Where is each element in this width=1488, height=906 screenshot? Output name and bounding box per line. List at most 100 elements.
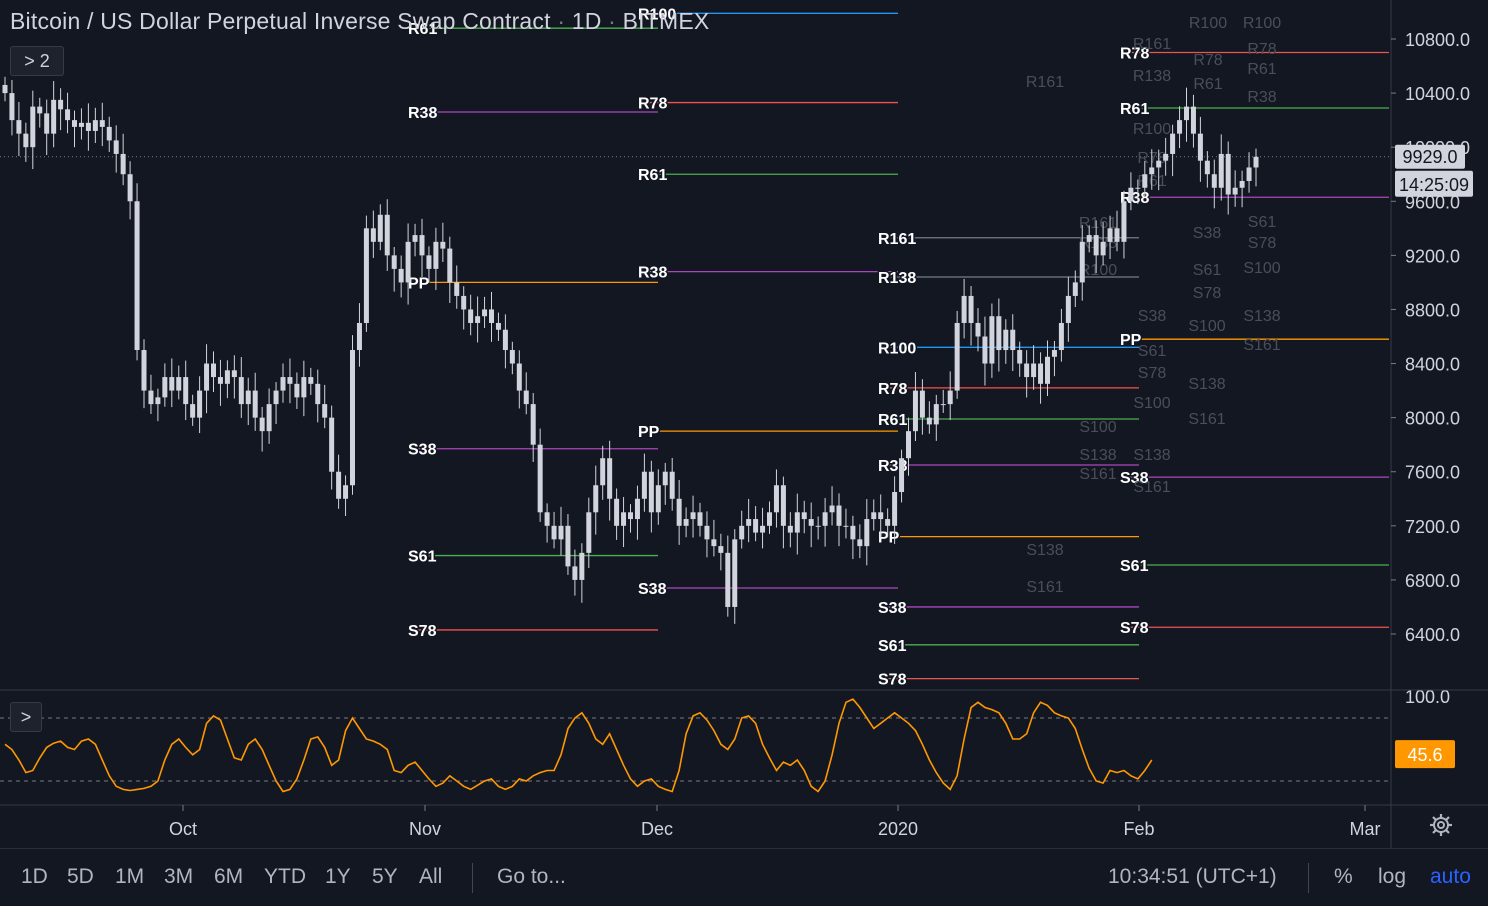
candle-body [801, 512, 807, 520]
candle-body [1190, 106, 1196, 134]
candle-body [989, 316, 995, 364]
goto-date-button[interactable]: Go to... [497, 865, 566, 889]
candle-body [211, 363, 216, 378]
timeframe-1m[interactable]: 1M [115, 865, 144, 889]
pivot-ghost-label: S161 [1079, 466, 1116, 483]
pivot-label-s61: S61 [878, 638, 907, 655]
candle-body [926, 417, 932, 425]
candle-body [495, 322, 501, 330]
candle-body [947, 390, 953, 405]
pivot-label-r78: R78 [638, 96, 667, 113]
auto-scale-toggle[interactable]: auto [1430, 865, 1471, 889]
candle-body [767, 512, 772, 526]
pivot-ghost-label: S161 [1026, 579, 1063, 596]
candle-body [106, 126, 112, 141]
pivot-ghost-label: R38 [1247, 89, 1276, 106]
candle-body [746, 519, 752, 526]
candle-body [885, 519, 891, 526]
candle-body [113, 140, 119, 154]
candle-body [23, 133, 29, 148]
pivot-label-pp: PP [408, 275, 430, 292]
candle-body [1156, 160, 1162, 168]
candle-body [975, 322, 981, 337]
timeframe-all[interactable]: All [419, 865, 442, 889]
candle-body [58, 99, 64, 110]
candle-body [350, 350, 355, 486]
candle-body [266, 404, 272, 432]
candle-body [780, 485, 786, 526]
price-tick-label: 6800.0 [1405, 571, 1460, 591]
candle-body [1163, 153, 1169, 161]
candle-body [280, 377, 286, 391]
oscillator-line [4, 698, 1153, 793]
pivot-ghost-label: S100 [1133, 395, 1170, 412]
pivot-label-s78: S78 [878, 672, 907, 689]
candle-body [1079, 241, 1085, 283]
interval-label: 1D [571, 8, 602, 34]
timeframe-3m[interactable]: 3M [164, 865, 193, 889]
candle-body [391, 255, 397, 269]
time-tick-label: Nov [409, 819, 441, 839]
candle-body [148, 390, 154, 405]
candle-body [16, 120, 22, 134]
pivot-label-s61: S61 [1120, 558, 1149, 575]
pivot-label-pp: PP [638, 424, 660, 441]
pivot-ghost-label: R138 [1133, 68, 1171, 85]
candle-body [72, 120, 77, 127]
candle-body [544, 512, 550, 526]
pivot-label-r100: R100 [878, 340, 916, 357]
candle-body [412, 235, 418, 242]
candle-body [711, 539, 717, 547]
log-scale-toggle[interactable]: log [1378, 865, 1406, 889]
candle-body [224, 370, 230, 384]
timeframe-1d[interactable]: 1D [21, 865, 48, 889]
candle-body [586, 512, 592, 553]
candle-body [294, 383, 300, 398]
candle-body [919, 390, 925, 418]
timeframe-1y[interactable]: 1Y [325, 865, 351, 889]
candle-body [1045, 356, 1050, 384]
pivot-lines: R61 R38 PP S38 S61 S78 R100 R78 R61 R38 PP S38 R161 R… [407, 5, 1389, 690]
time-tick-label: Dec [641, 819, 673, 839]
candle-body [690, 512, 696, 520]
candle-body [1114, 228, 1120, 242]
candle-body [419, 235, 425, 256]
pivot-ghost-label: S61 [1248, 214, 1277, 231]
candle-body [1218, 153, 1224, 188]
pivot-ghost-label: S100 [1079, 419, 1116, 436]
candle-body [475, 316, 481, 323]
pivot-ghost-label: R100 [1243, 15, 1281, 32]
candle-body [739, 525, 745, 540]
timeframe-ytd[interactable]: YTD [264, 865, 306, 889]
candle-body [162, 377, 168, 398]
percent-scale-toggle[interactable]: % [1334, 865, 1353, 889]
price-tick-label: 7600.0 [1405, 463, 1460, 483]
candle-body [634, 498, 640, 520]
candle-body [440, 241, 446, 249]
oscillator-value-label: 45.6 [1407, 745, 1442, 765]
candle-body [120, 153, 126, 175]
chart-title: Bitcoin / US Dollar Perpetual Inverse Sw… [10, 8, 709, 35]
timeframe-5d[interactable]: 5D [67, 865, 94, 889]
candle-body [1017, 350, 1023, 364]
settings-gear-icon[interactable] [1428, 812, 1454, 838]
price-tick-label: 9200.0 [1405, 246, 1460, 266]
candle-body [502, 329, 508, 351]
timeframe-5y[interactable]: 5Y [372, 865, 398, 889]
candle-body [753, 519, 759, 533]
candle-body [808, 519, 814, 526]
candle-body [343, 485, 349, 499]
clock-readout[interactable]: 10:34:51 (UTC+1) [1108, 865, 1277, 889]
oscillator-toggle-button[interactable]: > [10, 702, 42, 732]
candle-body [30, 106, 36, 148]
indicators-toggle-button[interactable]: > 2 [10, 46, 64, 76]
candle-body [968, 295, 974, 323]
candle-body [134, 201, 140, 351]
candle-body [1086, 235, 1092, 242]
timeframe-6m[interactable]: 6M [214, 865, 243, 889]
price-chart[interactable]: R61 R38 PP S38 S61 S78 R100 R78 R61 R38 PP S38 R161 R… [0, 0, 1488, 848]
candle-body [85, 122, 91, 131]
candle-body [1135, 187, 1141, 189]
candle-body [558, 525, 564, 540]
price-tick-label: 8800.0 [1405, 300, 1460, 320]
